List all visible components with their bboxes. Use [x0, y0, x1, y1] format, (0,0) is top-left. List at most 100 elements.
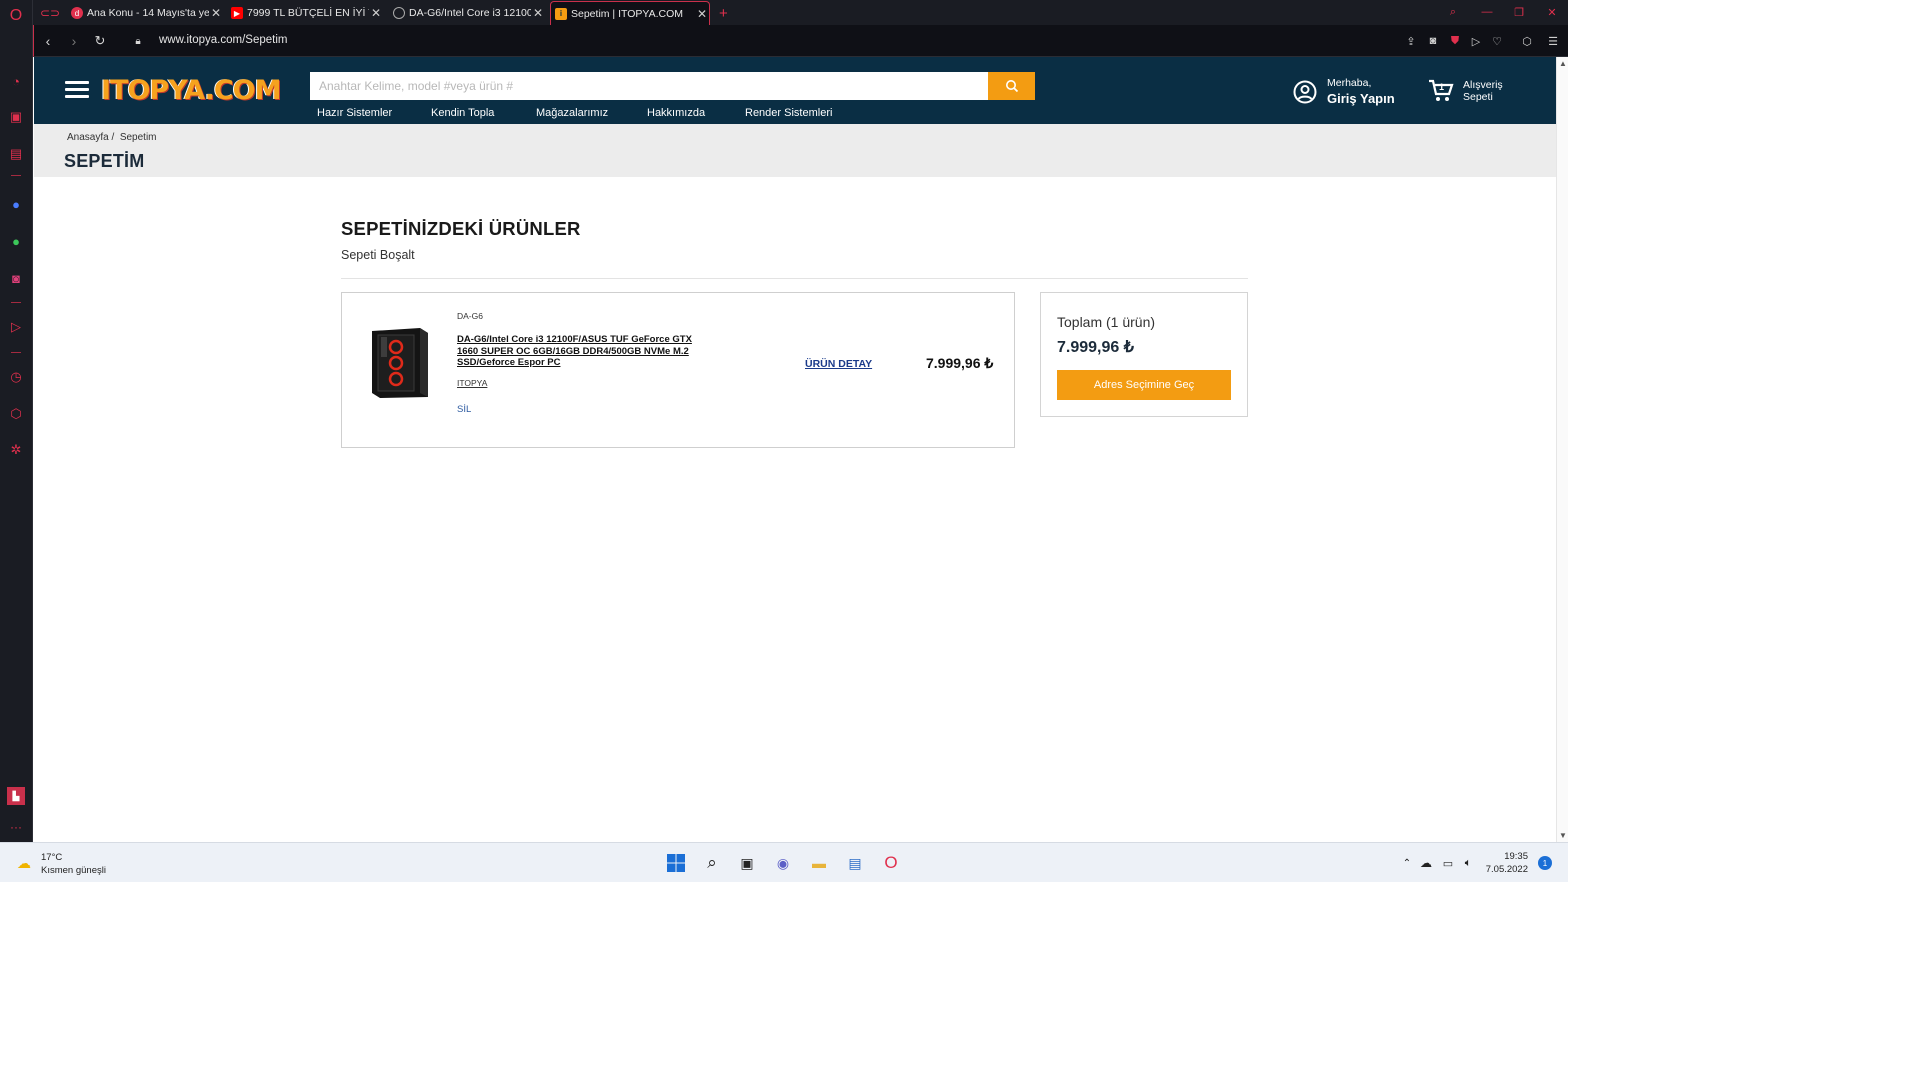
loading-icon [393, 7, 405, 19]
scrollbar[interactable]: ▲ ▼ [1556, 57, 1568, 842]
youtube-icon: ▶ [231, 7, 243, 19]
share-icon[interactable]: ⇪ [1404, 34, 1418, 48]
settings-icon[interactable]: ✲ [7, 441, 25, 459]
tab-title: 7999 TL BÜTÇELİ EN İYİ TO [247, 7, 369, 19]
new-tab-button[interactable]: + [715, 1, 735, 25]
bookmark-heart-icon[interactable]: ♡ [1490, 34, 1504, 48]
search-input[interactable] [310, 72, 988, 100]
close-tab-icon[interactable]: ✕ [209, 6, 223, 20]
opera-gx-icon[interactable]: ▙ [7, 787, 25, 805]
summary-label: Toplam (1 ürün) [1057, 314, 1156, 330]
forward-icon[interactable]: › [64, 25, 84, 57]
page-title: SEPETİM [64, 151, 145, 171]
extensions-cube-icon[interactable]: ⬡ [1520, 34, 1534, 48]
speed-dial-icon[interactable]: ◔ [7, 72, 25, 90]
history-icon[interactable]: ◷ [7, 368, 25, 386]
easy-setup-icon[interactable]: ☰ [1546, 34, 1560, 48]
weather-icon[interactable]: ☁ [14, 853, 34, 873]
product-detail-link[interactable]: ÜRÜN DETAY [805, 358, 872, 370]
breadcrumb-home[interactable]: Anasayfa [67, 132, 109, 143]
search-icon[interactable]: ⌕ [702, 853, 722, 873]
reload-icon[interactable]: ↻ [90, 25, 110, 57]
close-window-icon[interactable]: ✕ [1545, 5, 1559, 19]
nav-hazir-sistemler[interactable]: Hazır Sistemler [317, 107, 392, 119]
tab-bar: ⊂⊃ d Ana Konu - 14 Mayıs'ta yen ✕ ▶ 7999… [33, 0, 1568, 25]
send-icon[interactable]: ▷ [1469, 34, 1483, 48]
url-field[interactable]: www.itopya.com/Sepetim [159, 34, 287, 46]
tab-title: DA-G6/Intel Core i3 12100F [409, 7, 531, 19]
snapshot-icon[interactable]: ◙ [1426, 34, 1440, 48]
nav-magazalarimiz[interactable]: Mağazalarımız [536, 107, 608, 119]
close-tab-icon[interactable]: ✕ [695, 7, 709, 21]
menu-icon[interactable] [65, 81, 89, 99]
close-tab-icon[interactable]: ✕ [369, 6, 383, 20]
tab-forum[interactable]: d Ana Konu - 14 Mayıs'ta yen ✕ [67, 1, 223, 25]
extensions-icon[interactable]: ⬡ [7, 405, 25, 423]
opera-taskbar-icon[interactable]: O [881, 853, 901, 873]
checkout-button[interactable]: Adres Seçimine Geç [1057, 370, 1231, 400]
pc-case-icon [372, 328, 428, 398]
login-text: Giriş Yapın [1327, 91, 1395, 106]
search-button[interactable] [988, 72, 1035, 100]
tab-sepetim[interactable]: i Sepetim | ITOPYA.COM ✕ [550, 1, 710, 25]
delete-item-link[interactable]: SİL [457, 404, 471, 415]
start-icon[interactable] [666, 853, 686, 873]
weather-desc: Kısmen güneşli [41, 865, 106, 876]
product-image[interactable] [368, 327, 430, 399]
cart-label-1: Alışveriş [1463, 79, 1503, 91]
tab-product[interactable]: DA-G6/Intel Core i3 12100F ✕ [389, 1, 545, 25]
restore-icon[interactable]: ❐ [1512, 5, 1526, 19]
product-name-link[interactable]: DA-G6/Intel Core i3 12100F/ASUS TUF GeFo… [457, 334, 712, 369]
player-icon[interactable]: ▷ [7, 318, 25, 336]
task-view-icon[interactable]: ▣ [737, 853, 757, 873]
user-icon [1293, 80, 1317, 104]
volume-icon[interactable]: 🔈︎ [1458, 853, 1478, 873]
store-icon[interactable]: ▤ [845, 853, 865, 873]
windows-taskbar: ☁ 17°C Kısmen güneşli ⌕ ▣ ◉ ▬ ▤ O ⌃ ☁ ▭ … [0, 842, 1568, 882]
scroll-down-icon[interactable]: ▼ [1559, 831, 1567, 840]
whatsapp-icon[interactable]: ● [7, 232, 25, 250]
adblock-icon[interactable]: ⛊ [1448, 34, 1462, 48]
lock-icon: 🔒︎ [135, 35, 141, 47]
tab-title: Ana Konu - 14 Mayıs'ta yen [87, 7, 209, 19]
order-summary: Toplam (1 ürün) 7.999,96 ₺ Adres Seçimin… [1040, 292, 1248, 417]
itopya-icon: i [555, 7, 567, 20]
file-explorer-icon[interactable]: ▬ [809, 853, 829, 873]
shopping-icon[interactable]: ▣ [7, 108, 25, 126]
search-tabs-icon[interactable]: ⌕ [1446, 5, 1460, 19]
address-bar: ‹ › ↻ 🔒︎ www.itopya.com/Sepetim ⇪ ◙ ⛊ ▷ … [33, 25, 1568, 57]
empty-cart-link[interactable]: Sepeti Boşalt [341, 248, 415, 262]
more-icon[interactable]: ··· [7, 818, 25, 836]
messenger-icon[interactable]: ● [7, 195, 25, 213]
close-tab-icon[interactable]: ✕ [531, 6, 545, 20]
site-header: ITOPYA.COM Hazır Sistemler Kendin Topla … [34, 57, 1556, 124]
notification-badge[interactable]: 1 [1538, 856, 1552, 870]
summary-total: 7.999,96 ₺ [1057, 339, 1134, 356]
forum-icon: d [71, 7, 83, 19]
scroll-up-icon[interactable]: ▲ [1559, 59, 1567, 68]
opera-logo-icon[interactable]: O [7, 7, 25, 25]
onedrive-icon[interactable]: ☁ [1416, 853, 1436, 873]
teams-chat-icon[interactable]: ◉ [773, 853, 793, 873]
back-icon[interactable]: ‹ [38, 25, 58, 57]
clock-date[interactable]: 7.05.2022 [1480, 864, 1528, 875]
cart-item-card: DA-G6 DA-G6/Intel Core i3 12100F/ASUS TU… [341, 292, 1015, 448]
nav-kendin-topla[interactable]: Kendin Topla [431, 107, 494, 119]
minimize-icon[interactable]: — [1480, 5, 1494, 19]
search-icon [1005, 80, 1018, 93]
tab-youtube[interactable]: ▶ 7999 TL BÜTÇELİ EN İYİ TO ✕ [227, 1, 383, 25]
breadcrumb: Anasayfa / Sepetim [67, 132, 157, 143]
tray-chevron-icon[interactable]: ⌃ [1397, 853, 1417, 873]
clock-time[interactable]: 19:35 [1488, 851, 1528, 862]
nav-render-sistemleri[interactable]: Render Sistemleri [745, 107, 832, 119]
brand-link[interactable]: ITOPYA [457, 378, 487, 388]
section-title: SEPETİNİZDEKİ ÜRÜNLER [341, 218, 581, 239]
instagram-icon[interactable]: ◙ [7, 269, 25, 287]
cart-count: 1 [1439, 82, 1445, 92]
site-logo[interactable]: ITOPYA.COM [101, 75, 281, 106]
network-icon[interactable]: ▭ [1438, 853, 1458, 873]
sidebar-divider [11, 302, 21, 303]
twitch-icon[interactable]: ▤ [7, 145, 25, 163]
nav-hakkimizda[interactable]: Hakkımızda [647, 107, 705, 119]
gx-corner-icon[interactable]: ⊂⊃ [33, 1, 63, 25]
